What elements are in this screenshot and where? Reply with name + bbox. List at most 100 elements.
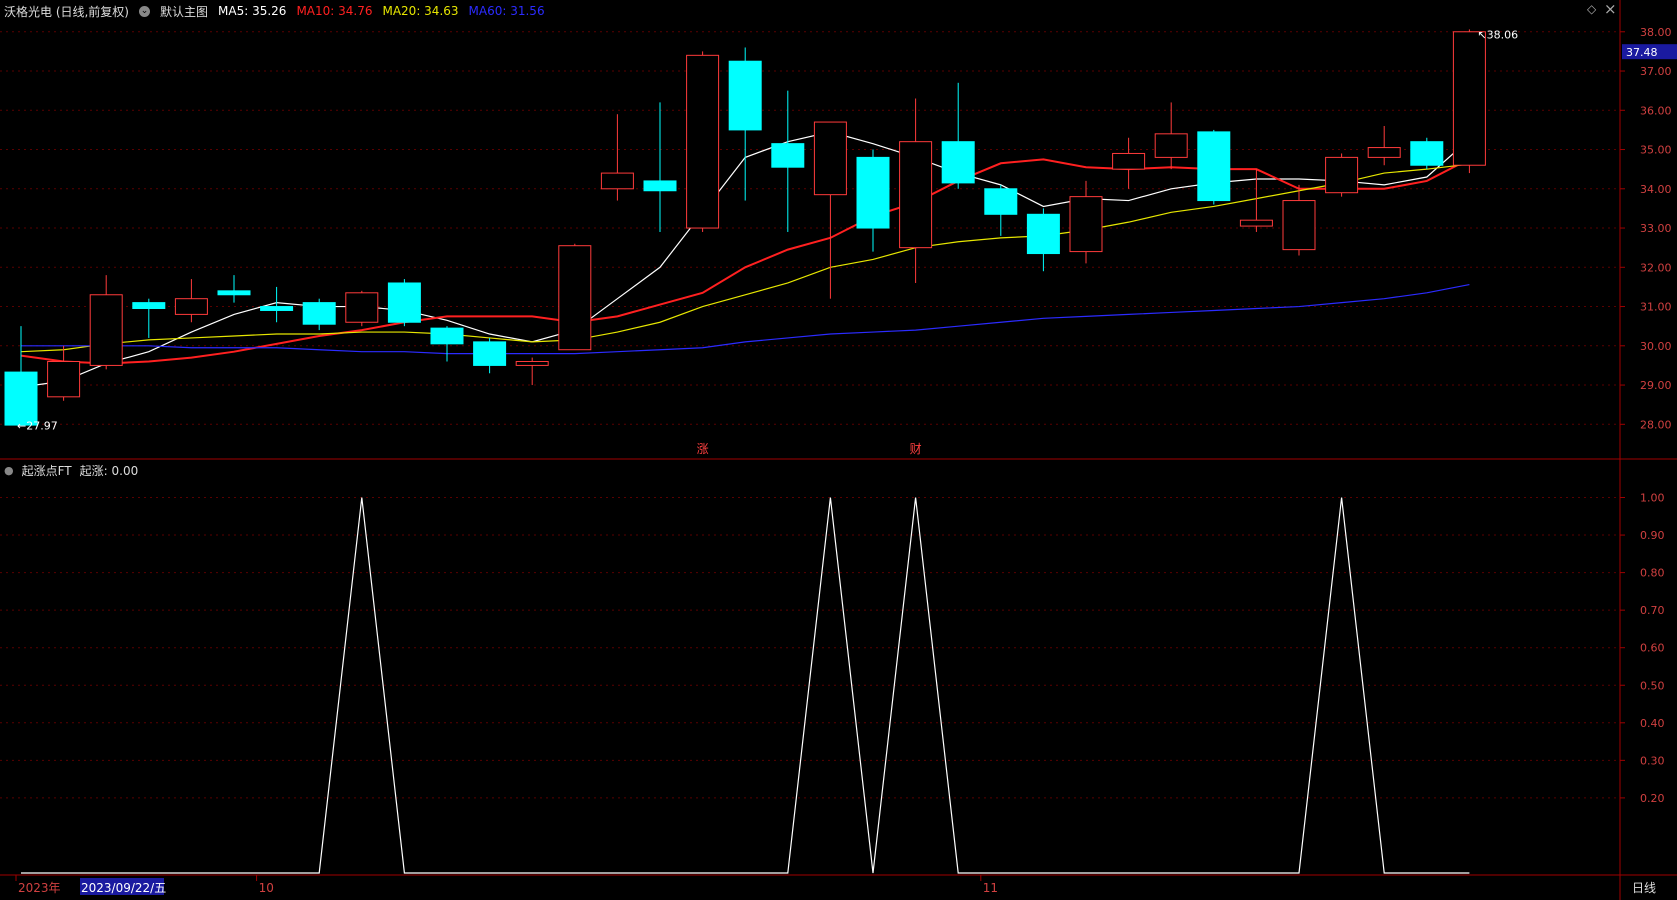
main-ytick-label: 28.00 [1640, 418, 1672, 431]
candle-body[interactable] [132, 302, 166, 310]
candle[interactable] [643, 102, 677, 232]
candle[interactable] [387, 279, 421, 327]
candle[interactable] [302, 298, 336, 331]
candle[interactable] [1410, 137, 1444, 170]
indicator-ytick-label: 0.70 [1640, 604, 1665, 617]
candle-body[interactable] [941, 141, 975, 184]
main-chart-header: 沃格光电 (日线,前复权) ⌄ 默认主图 MA5: 35.26 MA10: 34… [0, 0, 545, 22]
candle-body[interactable] [813, 121, 847, 196]
candle[interactable] [515, 357, 549, 386]
main-ytick-label: 29.00 [1640, 379, 1672, 392]
candle-body[interactable] [1239, 219, 1273, 227]
candle[interactable] [771, 90, 805, 232]
candle-body[interactable] [260, 306, 294, 311]
main-ytick-label: 31.00 [1640, 301, 1672, 314]
candle[interactable] [430, 326, 464, 362]
candle-body[interactable] [4, 371, 38, 426]
main-indicator-label[interactable]: 默认主图 [160, 3, 208, 20]
indicator-ytick-label: 1.00 [1640, 492, 1665, 505]
candle-body[interactable] [1112, 152, 1146, 170]
candle[interactable] [1325, 153, 1359, 197]
candle[interactable] [984, 184, 1018, 236]
candle-body[interactable] [1410, 141, 1444, 166]
candle-body[interactable] [473, 341, 507, 366]
candle[interactable] [1367, 125, 1401, 166]
event-marker[interactable]: 涨 [697, 441, 709, 456]
candle[interactable] [47, 345, 81, 401]
candle-body[interactable] [1452, 31, 1486, 166]
xaxis-label: 2023年 [18, 881, 61, 895]
indicator-ytick-label: 0.60 [1640, 642, 1665, 655]
candle-body[interactable] [89, 294, 123, 366]
candle[interactable] [89, 275, 123, 370]
candle-body[interactable] [1154, 133, 1188, 158]
candle-body[interactable] [686, 54, 720, 229]
candle-body[interactable] [1282, 200, 1316, 251]
candle-body[interactable] [1069, 196, 1103, 253]
candle-body[interactable] [771, 143, 805, 168]
indicator-icon[interactable]: ● [4, 464, 14, 477]
candle[interactable] [1154, 102, 1188, 170]
candle-body[interactable] [217, 290, 251, 296]
chart-canvas[interactable]: 38.00 37.00 36.00 35.00 34.00 33.00 32.00 31.00… [0, 0, 1677, 900]
candle-body[interactable] [643, 180, 677, 192]
dropdown-icon[interactable]: ⌄ [139, 5, 150, 17]
cursor-date-label: 2023/09/22/五 [81, 881, 166, 895]
candle[interactable] [345, 290, 379, 327]
candle[interactable] [1282, 184, 1316, 256]
candle-body[interactable] [387, 282, 421, 323]
candle-body[interactable] [1325, 156, 1359, 194]
candle-body[interactable] [1367, 147, 1401, 158]
candle[interactable] [1197, 129, 1231, 205]
period-label[interactable]: 日线 [1632, 881, 1656, 895]
candle[interactable] [1069, 180, 1103, 264]
candle-body[interactable] [1197, 131, 1231, 202]
candle[interactable] [728, 47, 762, 201]
event-marker[interactable]: 财 [910, 442, 922, 456]
main-ytick-label: 36.00 [1640, 104, 1672, 117]
main-ytick-label: 32.00 [1640, 261, 1672, 274]
indicator-value: 起涨: 0.00 [79, 463, 139, 478]
candle-body[interactable] [430, 327, 464, 345]
candle[interactable] [941, 82, 975, 189]
candle-body[interactable] [899, 141, 933, 249]
candle[interactable] [899, 98, 933, 283]
candle[interactable] [260, 286, 294, 323]
candle-body[interactable] [558, 245, 592, 351]
candle-body[interactable] [728, 60, 762, 131]
candle-body[interactable] [515, 360, 549, 366]
candle[interactable] [600, 114, 634, 201]
indicator-grid [0, 497, 1620, 799]
candle-body[interactable] [345, 292, 379, 323]
candle-body[interactable] [174, 298, 208, 315]
candle[interactable] [4, 326, 38, 426]
candle-body[interactable] [600, 172, 634, 190]
candle-body[interactable] [984, 188, 1018, 215]
indicator-ytick-label: 0.20 [1640, 792, 1665, 805]
candle[interactable] [174, 279, 208, 323]
candle[interactable] [1026, 208, 1060, 272]
indicator-ytick-label: 0.50 [1640, 679, 1665, 692]
main-ytick-label: 37.00 [1640, 65, 1672, 78]
main-ytick-label: 38.00 [1640, 26, 1672, 39]
main-ytick-label: 33.00 [1640, 222, 1672, 235]
candle[interactable] [217, 275, 251, 303]
candle[interactable] [558, 243, 592, 351]
candle-body[interactable] [302, 302, 336, 325]
candle[interactable] [813, 121, 847, 299]
candle[interactable] [473, 337, 507, 374]
candle-body[interactable] [47, 360, 81, 398]
candle[interactable] [1112, 137, 1146, 189]
main-ytick-label: 35.00 [1640, 144, 1672, 157]
candle[interactable] [1452, 29, 1486, 174]
candle[interactable] [132, 298, 166, 338]
candle[interactable] [686, 51, 720, 232]
ma20-value: MA20: 34.63 [382, 4, 459, 18]
candle-body[interactable] [1026, 213, 1060, 255]
candle-body[interactable] [856, 156, 890, 229]
diamond-icon[interactable]: ◇ [1587, 2, 1596, 16]
candle[interactable] [856, 149, 890, 252]
xaxis-label: 10 [259, 881, 274, 895]
indicator-title[interactable]: 起涨点FT [22, 462, 72, 479]
close-icon[interactable]: × [1604, 0, 1617, 18]
